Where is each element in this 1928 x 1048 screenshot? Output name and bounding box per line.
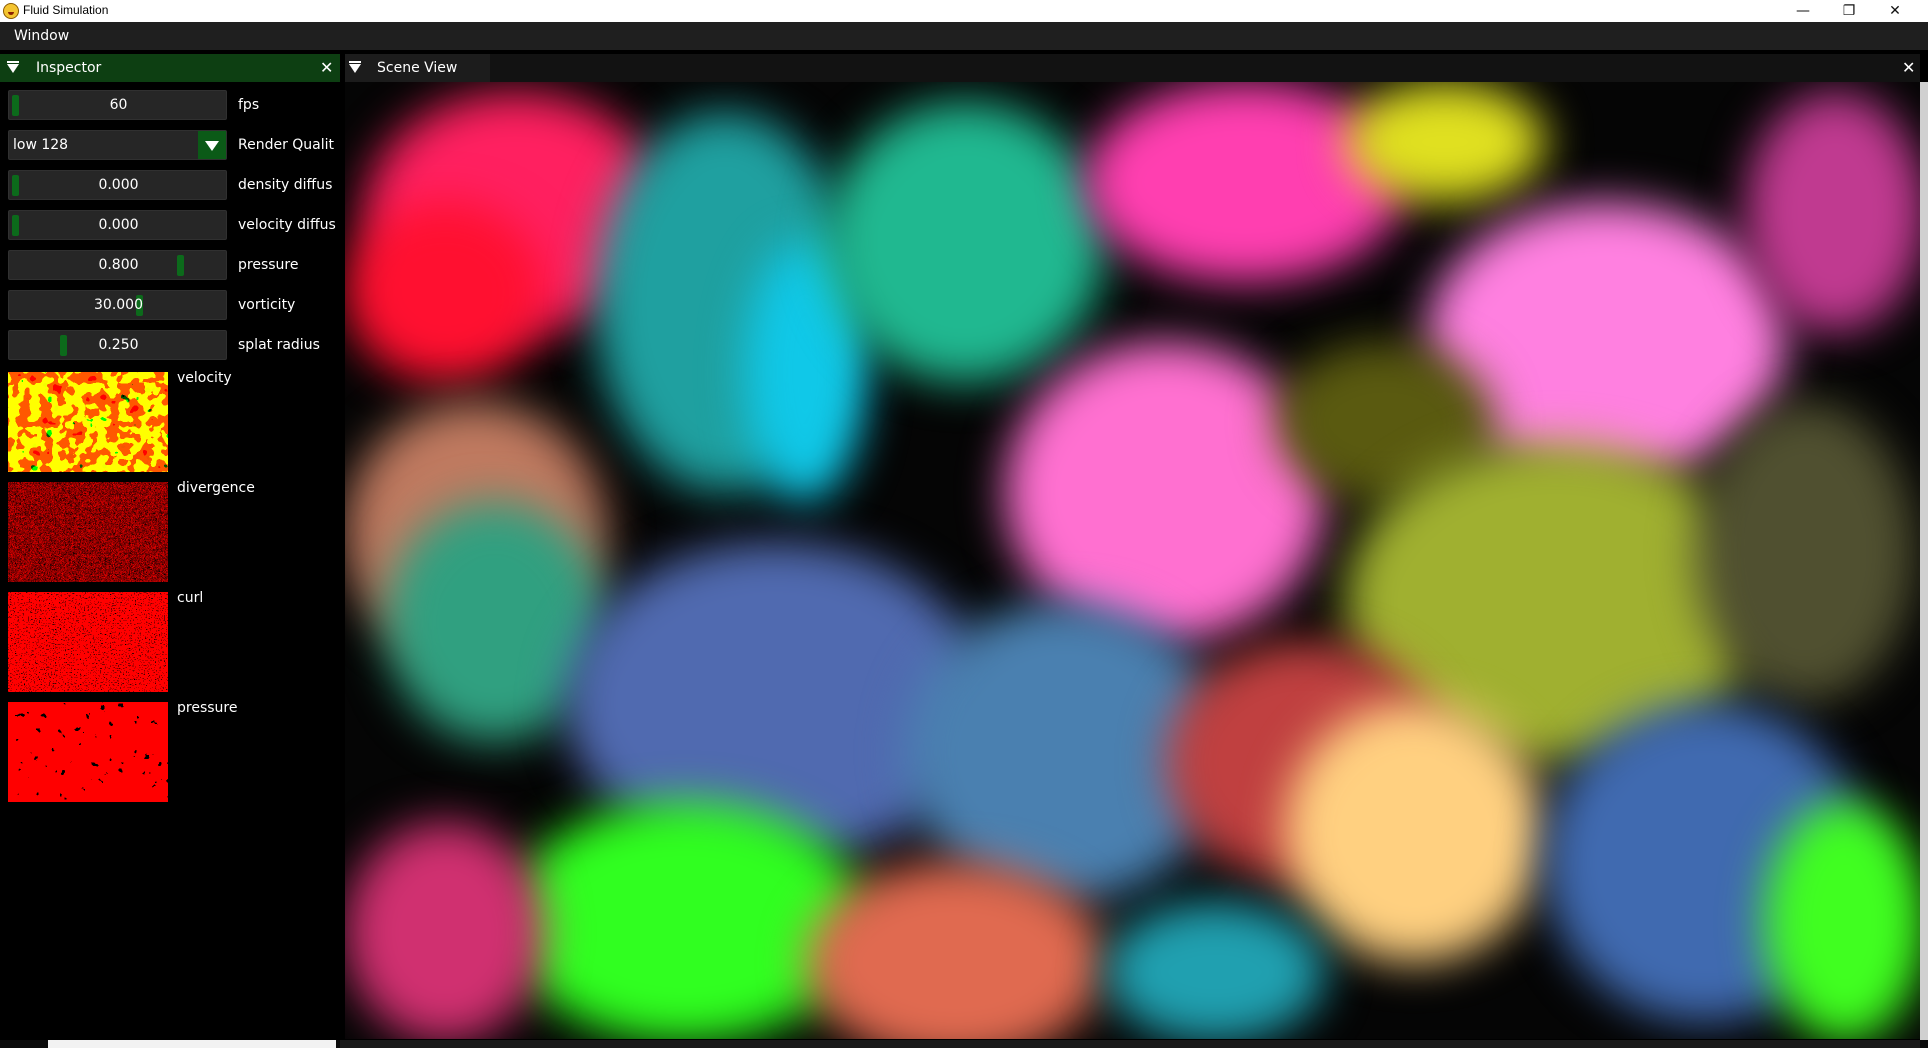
chevron-down-icon[interactable] bbox=[198, 131, 226, 159]
velocity-diffus-value: 0.000 bbox=[98, 217, 139, 233]
curl-texture bbox=[8, 592, 168, 692]
close-window-button[interactable]: ✕ bbox=[1872, 0, 1918, 22]
fps-row: 60 fps bbox=[8, 90, 338, 120]
vorticity-value: 30.000 bbox=[94, 297, 143, 313]
divergence-texture bbox=[8, 482, 168, 582]
close-icon: ✕ bbox=[1889, 3, 1901, 19]
right-scrollbar[interactable] bbox=[1920, 82, 1928, 1040]
velocity-diffus-label: velocity diffus bbox=[238, 217, 336, 233]
curl-label: curl bbox=[177, 590, 204, 606]
title-bar: Fluid Simulation — ❐ ✕ bbox=[0, 0, 1928, 22]
divergence-label: divergence bbox=[177, 480, 255, 496]
pressure-value: 0.800 bbox=[98, 257, 139, 273]
status-area bbox=[48, 1040, 336, 1048]
tab-scene-view-label: Scene View bbox=[377, 60, 458, 76]
tab-scene-view[interactable]: Scene View bbox=[345, 54, 490, 82]
app-window: Fluid Simulation — ❐ ✕ Window Inspector … bbox=[0, 0, 1928, 1048]
window-title: Fluid Simulation bbox=[23, 3, 109, 17]
scene-view-canvas[interactable] bbox=[345, 82, 1920, 1039]
velocity-label: velocity bbox=[177, 370, 232, 386]
minimize-icon: — bbox=[1796, 3, 1810, 19]
bottom-strip bbox=[0, 1040, 1928, 1048]
pressure-label: pressure bbox=[238, 257, 299, 273]
splat-radius-slider[interactable]: 0.250 bbox=[8, 330, 227, 360]
inspector-header: Inspector ✕ bbox=[0, 54, 340, 82]
velocity-diffus-slider[interactable]: 0.000 bbox=[8, 210, 227, 240]
triangle-down-icon[interactable] bbox=[7, 61, 19, 73]
vorticity-row: 30.000 vorticity bbox=[8, 290, 338, 320]
restore-button[interactable]: ❐ bbox=[1826, 0, 1872, 22]
pressure-slider[interactable]: 0.800 bbox=[8, 250, 227, 280]
scene-header: Scene View ✕ bbox=[345, 54, 1920, 82]
render-quality-value: low 128 bbox=[13, 137, 69, 153]
fps-slider[interactable]: 60 bbox=[8, 90, 227, 120]
density-diffus-value: 0.000 bbox=[98, 177, 139, 193]
minimize-button[interactable]: — bbox=[1780, 0, 1826, 22]
menu-bar: Window bbox=[0, 22, 1928, 50]
inspector-panel: 60 fps low 128 Render Qualit 0.000 densi… bbox=[0, 82, 340, 1040]
velocity-diffus-row: 0.000 velocity diffus bbox=[8, 210, 338, 240]
horizontal-scrollbar[interactable] bbox=[340, 1040, 1920, 1048]
splat-radius-row: 0.250 splat radius bbox=[8, 330, 338, 360]
density-diffus-slider[interactable]: 0.000 bbox=[8, 170, 227, 200]
fps-label: fps bbox=[238, 97, 260, 113]
triangle-down-icon[interactable] bbox=[349, 61, 361, 73]
velocity-texture bbox=[8, 372, 168, 472]
app-icon bbox=[3, 3, 19, 19]
render-quality-label: Render Qualit bbox=[238, 137, 335, 153]
restore-icon: ❐ bbox=[1842, 3, 1856, 19]
fps-value: 60 bbox=[109, 97, 128, 113]
menu-window[interactable]: Window bbox=[14, 28, 69, 44]
pressure-texture-label: pressure bbox=[177, 700, 238, 716]
tab-inspector[interactable]: Inspector ✕ bbox=[0, 54, 340, 82]
close-icon[interactable]: ✕ bbox=[1902, 58, 1915, 78]
splat-radius-value: 0.250 bbox=[98, 337, 139, 353]
splat-radius-label: splat radius bbox=[238, 337, 320, 353]
pressure-texture bbox=[8, 702, 168, 802]
close-icon[interactable]: ✕ bbox=[320, 58, 333, 78]
vorticity-slider[interactable]: 30.000 bbox=[8, 290, 227, 320]
render-quality-row: low 128 Render Qualit bbox=[8, 130, 338, 160]
vorticity-label: vorticity bbox=[238, 297, 296, 313]
density-diffus-row: 0.000 density diffus bbox=[8, 170, 338, 200]
density-diffus-label: density diffus bbox=[238, 177, 333, 193]
pressure-row: 0.800 pressure bbox=[8, 250, 338, 280]
tab-inspector-label: Inspector bbox=[36, 60, 102, 76]
render-quality-select[interactable]: low 128 bbox=[8, 130, 227, 160]
